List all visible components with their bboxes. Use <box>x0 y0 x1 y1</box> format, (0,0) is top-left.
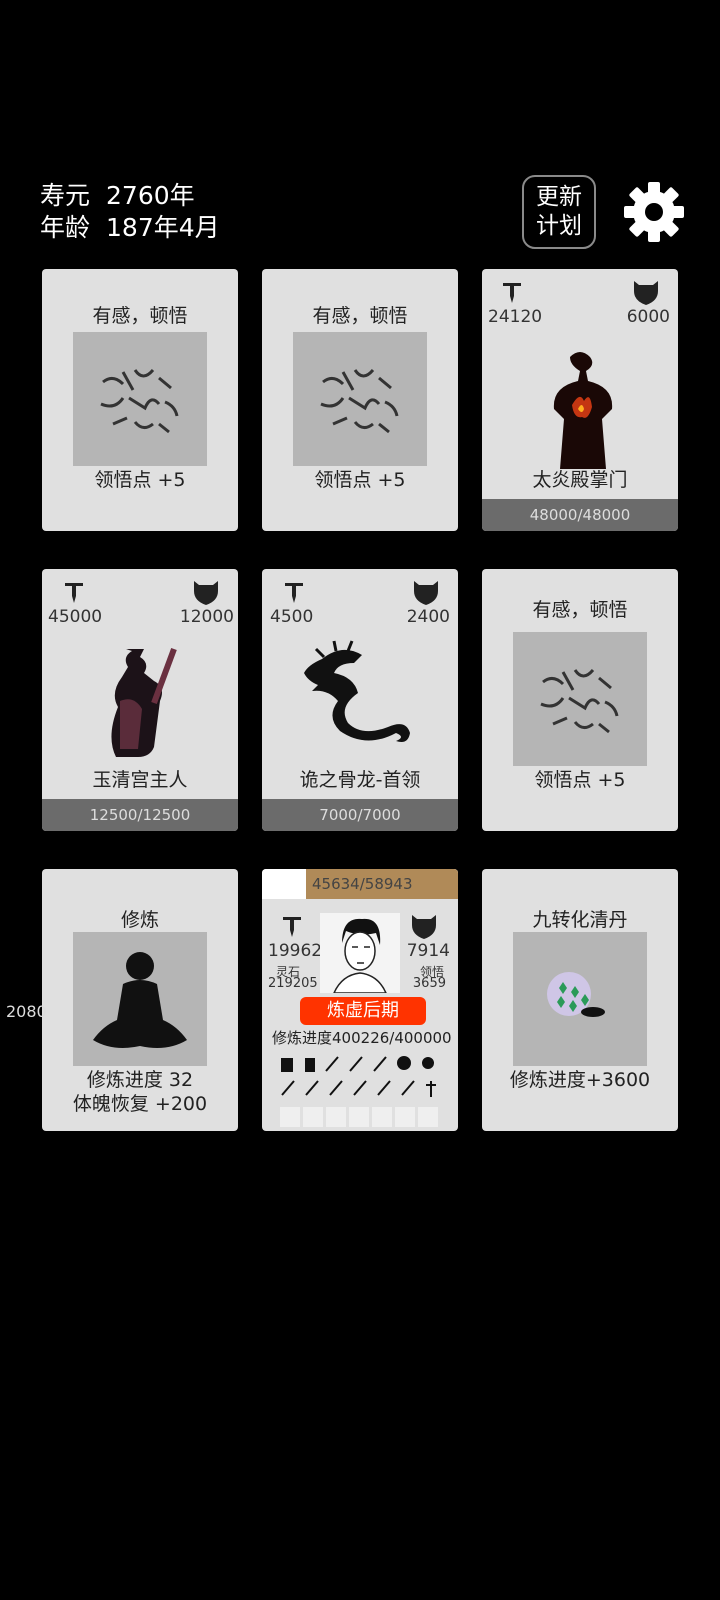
enemy-name: 玉清宫主人 <box>92 769 188 791</box>
insight-card-2[interactable]: 有感，顿悟 领悟点 +5 <box>262 269 458 531</box>
player-defense: 7914 <box>406 941 450 961</box>
inventory-slot[interactable] <box>280 1107 300 1127</box>
player-attack: 19962 <box>268 941 323 961</box>
shield-icon <box>412 915 436 939</box>
card-reward: 领悟点 +5 <box>314 469 406 491</box>
spirit-stone-value: 219205 <box>268 976 318 991</box>
player-cultivation: 修炼进度400226/400000 <box>272 1027 452 1048</box>
card-title: 有感，顿悟 <box>92 305 188 327</box>
enemy-card-taiyan[interactable]: 24120 6000 太炎殿掌门 48000/48000 <box>482 269 678 531</box>
inventory-slot[interactable] <box>326 1107 346 1127</box>
card-title: 修炼 <box>120 909 159 931</box>
age-value: 187年4月 <box>106 213 220 242</box>
calligraphy-image <box>513 632 647 766</box>
enemy-defense: 2400 <box>406 607 450 627</box>
enemy-name: 太炎殿掌门 <box>532 469 628 491</box>
enemy-hp-bar: 7000/7000 <box>262 799 458 831</box>
inventory-slot[interactable] <box>418 1107 438 1127</box>
side-number: 2080 <box>6 1002 47 1021</box>
enemy-defense: 12000 <box>179 607 234 627</box>
cultivation-value: 400226/400000 <box>332 1029 452 1047</box>
gear-icon[interactable] <box>622 180 686 244</box>
inventory-slot[interactable] <box>395 1107 415 1127</box>
card-title: 有感，顿悟 <box>532 599 628 621</box>
lifespan-row: 寿元 2760年 <box>40 176 195 212</box>
update-plan-button[interactable]: 更新 计划 <box>522 175 596 249</box>
pill-image <box>513 932 647 1066</box>
enemy-hp-bar: 12500/12500 <box>42 799 238 831</box>
inventory-slot[interactable] <box>303 1107 323 1127</box>
pill-effect: 修炼进度+3600 <box>509 1069 651 1091</box>
card-reward: 领悟点 +5 <box>94 469 186 491</box>
enemy-hp-bar: 48000/48000 <box>482 499 678 531</box>
flame-master-image <box>553 352 613 469</box>
card-title: 九转化清丹 <box>532 909 628 931</box>
cultivate-progress: 修炼进度 32 <box>86 1069 194 1091</box>
enemy-name: 诡之骨龙-首领 <box>299 769 421 791</box>
calligraphy-image <box>73 332 207 466</box>
calligraphy-image <box>293 332 427 466</box>
enemy-defense: 6000 <box>626 307 670 327</box>
update-plan-label-line2: 计划 <box>536 213 582 239</box>
inventory-slot[interactable] <box>349 1107 369 1127</box>
age-label: 年龄 <box>40 213 91 242</box>
shield-icon <box>194 581 218 605</box>
lifespan-label: 寿元 <box>40 181 91 210</box>
player-avatar <box>320 913 400 993</box>
meditation-image <box>73 932 207 1066</box>
card-title: 有感，顿悟 <box>312 305 408 327</box>
inventory-slot[interactable] <box>372 1107 392 1127</box>
bone-dragon-image <box>304 640 410 742</box>
equipment-icons <box>281 1056 436 1097</box>
age-row: 年龄 187年4月 <box>40 208 220 244</box>
shield-icon <box>414 581 438 605</box>
enemy-attack: 4500 <box>270 607 314 627</box>
sword-icon <box>283 917 301 937</box>
enemy-attack: 45000 <box>48 607 103 627</box>
enemy-card-yuqing[interactable]: 45000 12000 玉清宫主人 12500/12500 <box>42 569 238 831</box>
card-reward: 领悟点 +5 <box>534 769 626 791</box>
body-recover: 体魄恢复 +200 <box>72 1093 208 1115</box>
sword-icon <box>503 283 521 303</box>
shield-icon <box>634 281 658 305</box>
player-hp-text: 45634/58943 <box>312 875 413 893</box>
player-hp-bar: 45634/58943 <box>262 869 458 899</box>
insight-value: 3659 <box>412 976 446 991</box>
pill-card[interactable]: 九转化清丹 修炼进度+3600 <box>482 869 678 1131</box>
cultivation-label: 修炼进度 <box>272 1029 333 1047</box>
player-card[interactable]: 45634/58943 19962 灵石 219205 7914 领悟 3659… <box>262 869 458 1131</box>
sword-icon <box>65 583 83 603</box>
realm-badge: 炼虚后期 <box>300 997 426 1025</box>
enemy-card-bone-dragon[interactable]: 4500 2400 诡之骨龙-首领 7000/7000 <box>262 569 458 831</box>
update-plan-label-line1: 更新 <box>536 184 582 210</box>
cultivate-card[interactable]: 修炼 修炼进度 32 体魄恢复 +200 <box>42 869 238 1131</box>
lifespan-value: 2760年 <box>106 181 195 210</box>
enemy-attack: 24120 <box>488 307 543 327</box>
insight-card-1[interactable]: 有感，顿悟 领悟点 +5 <box>42 269 238 531</box>
sword-icon <box>285 583 303 603</box>
insight-card-3[interactable]: 有感，顿悟 领悟点 +5 <box>482 569 678 831</box>
palace-master-image <box>111 647 177 757</box>
